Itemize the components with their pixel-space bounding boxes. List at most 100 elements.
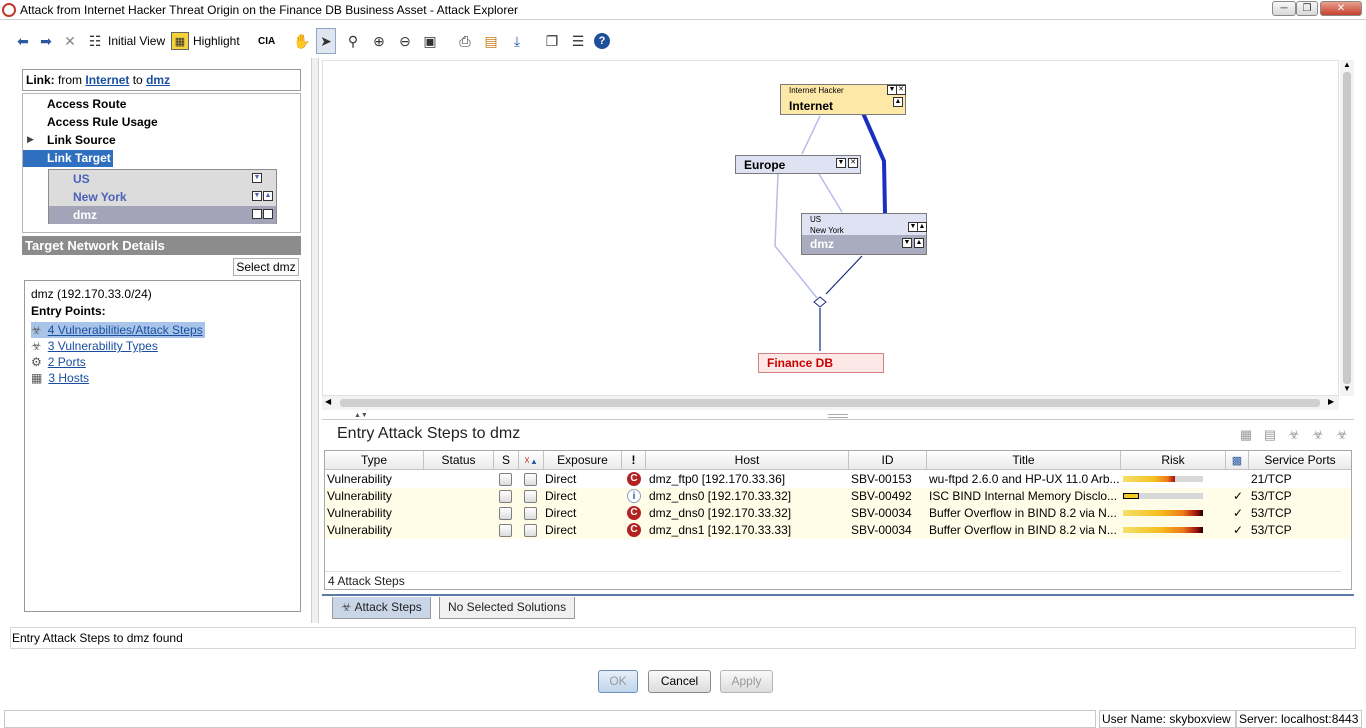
- add-icon[interactable]: ▦: [1238, 427, 1254, 443]
- expand-arrow-icon[interactable]: ▶: [27, 134, 34, 145]
- vertical-splitter[interactable]: [311, 58, 319, 623]
- checkbox-ignore[interactable]: [524, 490, 537, 503]
- entry-point-hosts[interactable]: ▦ 3 Hosts: [31, 370, 89, 386]
- checkbox-s[interactable]: [499, 490, 512, 503]
- column-header-title[interactable]: Title: [927, 451, 1121, 470]
- column-header-host[interactable]: Host: [646, 451, 849, 470]
- checkbox-ignore[interactable]: [524, 524, 537, 537]
- dropdown-icon[interactable]: ▼: [252, 173, 262, 183]
- scroll-up-icon[interactable]: ▲: [1343, 60, 1351, 69]
- biohazard-icon[interactable]: ☣: [1286, 427, 1302, 443]
- column-header-status[interactable]: Status: [424, 451, 494, 470]
- scroll-left-icon[interactable]: ◀: [325, 397, 331, 406]
- initial-view-button[interactable]: ☷ Initial View: [86, 28, 165, 54]
- column-header-service-ports[interactable]: Service Ports: [1249, 451, 1351, 470]
- maximize-button[interactable]: ❐: [1296, 1, 1318, 16]
- node-dmz-group[interactable]: US New York ▼ ▲ dmz ▼ ▲: [801, 213, 927, 255]
- entry-point-link[interactable]: 4 Vulnerabilities/Attack Steps: [48, 323, 203, 337]
- dropdown-icon[interactable]: ▼: [252, 191, 262, 201]
- close-icon[interactable]: ✕: [848, 158, 858, 168]
- checkbox-s[interactable]: [499, 507, 512, 520]
- apply-button[interactable]: Apply: [720, 670, 773, 693]
- table-icon[interactable]: ▤: [1262, 427, 1278, 443]
- export-button[interactable]: ⤓: [508, 28, 526, 54]
- node-finance-db[interactable]: Finance DB: [758, 353, 884, 373]
- attack-graph-canvas[interactable]: Internet Hacker Internet ▼ ✕ ▲ Europe ▼ …: [322, 60, 1339, 396]
- help-button[interactable]: ?: [594, 28, 610, 54]
- splitter-arrows-icon[interactable]: ▲▼: [354, 412, 368, 419]
- subnet-row-new-york[interactable]: New York ▼ ▲: [49, 188, 276, 206]
- node-europe[interactable]: Europe ▼ ✕: [735, 155, 861, 174]
- dropdown-icon[interactable]: ▼: [252, 209, 262, 219]
- column-header-severity[interactable]: !: [622, 451, 646, 470]
- forward-button[interactable]: ➡: [37, 28, 55, 54]
- collapse-icon[interactable]: ▲: [263, 191, 273, 201]
- scroll-thumb[interactable]: [1343, 72, 1351, 384]
- zoom-out-button[interactable]: ⊖: [396, 28, 414, 54]
- close-icon[interactable]: ✕: [896, 85, 906, 95]
- print-preview-button[interactable]: ▤: [482, 28, 500, 54]
- tree-item-link-source[interactable]: Link Source: [47, 132, 116, 149]
- entry-point-vulnerabilities[interactable]: ☣ 4 Vulnerabilities/Attack Steps: [31, 322, 205, 338]
- cancel-button[interactable]: Cancel: [648, 670, 711, 693]
- tree-item-link-target[interactable]: Link Target: [23, 150, 113, 167]
- horizontal-splitter[interactable]: [828, 414, 848, 418]
- properties-button[interactable]: ☰: [569, 28, 587, 54]
- column-header-exposure[interactable]: Exposure: [544, 451, 622, 470]
- pan-tool-button[interactable]: ✋: [293, 28, 311, 54]
- collapse-icon[interactable]: ▲: [914, 238, 924, 248]
- new-window-button[interactable]: ❐: [543, 28, 561, 54]
- select-tool-button[interactable]: ➤: [316, 28, 336, 54]
- entry-point-ports[interactable]: ⚙ 2 Ports: [31, 354, 86, 370]
- checkbox-s[interactable]: [499, 524, 512, 537]
- entry-point-link[interactable]: 3 Hosts: [48, 371, 89, 385]
- table-row[interactable]: Vulnerability Direct Cdmz_dns0 [192.170.33…: [325, 505, 1351, 522]
- dropdown-icon[interactable]: ▼: [836, 158, 846, 168]
- highlight-button[interactable]: ▦ Highlight: [171, 28, 240, 54]
- subnet-row-us[interactable]: US ▼: [49, 170, 276, 188]
- graph-vertical-scrollbar[interactable]: ▲ ▼: [1340, 60, 1354, 396]
- column-header-risk[interactable]: Risk: [1121, 451, 1226, 470]
- link-to-dmz[interactable]: dmz: [146, 73, 170, 87]
- zoom-in-button[interactable]: ⊕: [370, 28, 388, 54]
- table-row[interactable]: Vulnerability Direct Cdmz_dns1 [192.170.33…: [325, 522, 1351, 539]
- column-header-type[interactable]: Type: [325, 451, 424, 470]
- zoom-area-button[interactable]: ⚲: [344, 28, 362, 54]
- minimize-button[interactable]: ─: [1272, 1, 1296, 16]
- fit-to-window-button[interactable]: ▣: [421, 28, 439, 54]
- cia-button[interactable]: CIA: [258, 28, 275, 54]
- checkbox-ignore[interactable]: [524, 507, 537, 520]
- scroll-thumb[interactable]: [340, 399, 1320, 407]
- tab-attack-steps[interactable]: ☣ Attack Steps: [332, 597, 431, 619]
- table-row[interactable]: Vulnerability Direct i dmz_dns0 [192.170.33…: [325, 488, 1351, 505]
- column-header-ticket[interactable]: ▩: [1226, 451, 1249, 470]
- node-dmz[interactable]: dmz ▼ ▲: [802, 235, 926, 254]
- graph-horizontal-scrollbar[interactable]: ◀ ▶: [322, 396, 1339, 410]
- collapse-icon[interactable]: ▲: [263, 209, 273, 219]
- node-internet[interactable]: Internet Hacker Internet ▼ ✕ ▲: [780, 84, 906, 115]
- checkbox-ignore[interactable]: [524, 473, 537, 486]
- link-from-internet[interactable]: Internet: [85, 73, 129, 87]
- biohazard-filter-icon[interactable]: ☣: [1334, 427, 1350, 443]
- scroll-right-icon[interactable]: ▶: [1328, 397, 1334, 406]
- tree-item-access-route[interactable]: Access Route: [47, 96, 126, 113]
- scroll-down-icon[interactable]: ▼: [1343, 384, 1351, 393]
- table-row[interactable]: Vulnerability Direct Cdmz_ftp0 [192.170.33…: [325, 471, 1351, 488]
- print-button[interactable]: ⎙: [456, 28, 474, 54]
- column-header-s[interactable]: S: [494, 451, 519, 470]
- entry-point-vulnerability-types[interactable]: ☣ 3 Vulnerability Types: [31, 338, 158, 354]
- entry-point-link[interactable]: 2 Ports: [48, 355, 86, 369]
- collapse-icon[interactable]: ▲: [917, 222, 927, 232]
- back-button[interactable]: ⬅: [14, 28, 32, 54]
- stop-button[interactable]: ✕: [61, 28, 79, 54]
- tab-no-selected-solutions[interactable]: No Selected Solutions: [439, 597, 576, 619]
- checkbox-s[interactable]: [499, 473, 512, 486]
- subnet-row-dmz[interactable]: dmz ▼ ▲: [49, 206, 276, 224]
- close-button[interactable]: ✕: [1320, 1, 1362, 16]
- column-header-ignore[interactable]: ☓▲: [519, 451, 544, 470]
- column-header-id[interactable]: ID: [849, 451, 927, 470]
- ok-button[interactable]: OK: [598, 670, 638, 693]
- collapse-icon[interactable]: ▲: [893, 97, 903, 107]
- dropdown-icon[interactable]: ▼: [902, 238, 912, 248]
- entry-point-link[interactable]: 3 Vulnerability Types: [48, 339, 158, 353]
